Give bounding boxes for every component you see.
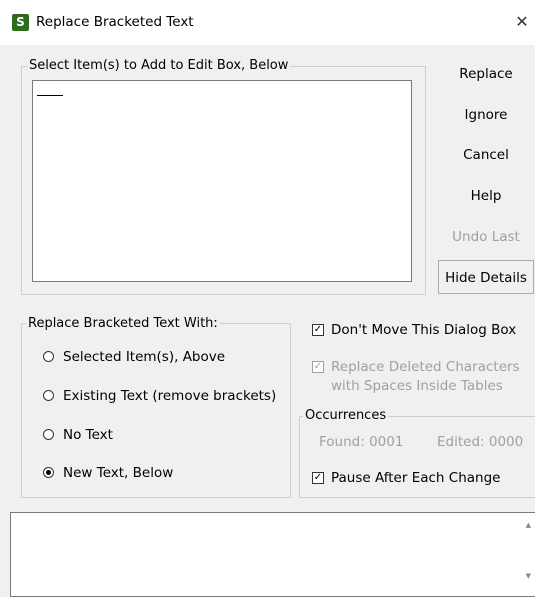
- help-button[interactable]: Help: [438, 179, 534, 213]
- undo-last-button[interactable]: Undo Last: [438, 220, 534, 254]
- select-items-label: Select Item(s) to Add to Edit Box, Below: [27, 58, 291, 73]
- edit-box[interactable]: ▲ ▼: [10, 512, 535, 597]
- list-item[interactable]: [37, 95, 63, 96]
- cancel-button[interactable]: Cancel: [438, 138, 534, 172]
- radio-button[interactable]: [43, 351, 54, 362]
- edited-count: Edited: 0000: [437, 434, 524, 450]
- radio-button[interactable]: [43, 429, 54, 440]
- radio-button-checked[interactable]: [43, 467, 54, 478]
- ignore-button[interactable]: Ignore: [438, 98, 534, 132]
- radio-button[interactable]: [43, 390, 54, 401]
- occurrences-label: Occurrences: [303, 408, 389, 423]
- hide-details-button[interactable]: Hide Details: [438, 260, 534, 294]
- replace-with-label: Replace Bracketed Text With:: [26, 316, 220, 331]
- checkbox-checked[interactable]: ✓: [312, 472, 324, 484]
- scroll-down-icon[interactable]: ▼: [526, 572, 531, 580]
- found-count: Found: 0001: [319, 434, 404, 450]
- checkbox-checked-disabled[interactable]: ✓: [312, 361, 324, 373]
- app-icon: S: [12, 14, 29, 31]
- items-listbox[interactable]: [32, 80, 412, 282]
- replace-button[interactable]: Replace: [438, 57, 534, 91]
- window-title: Replace Bracketed Text: [36, 14, 194, 30]
- close-icon[interactable]: ✕: [509, 12, 535, 31]
- title-bar: S Replace Bracketed Text ✕: [0, 0, 535, 45]
- scroll-up-icon[interactable]: ▲: [526, 521, 531, 529]
- checkbox-checked[interactable]: ✓: [312, 324, 324, 336]
